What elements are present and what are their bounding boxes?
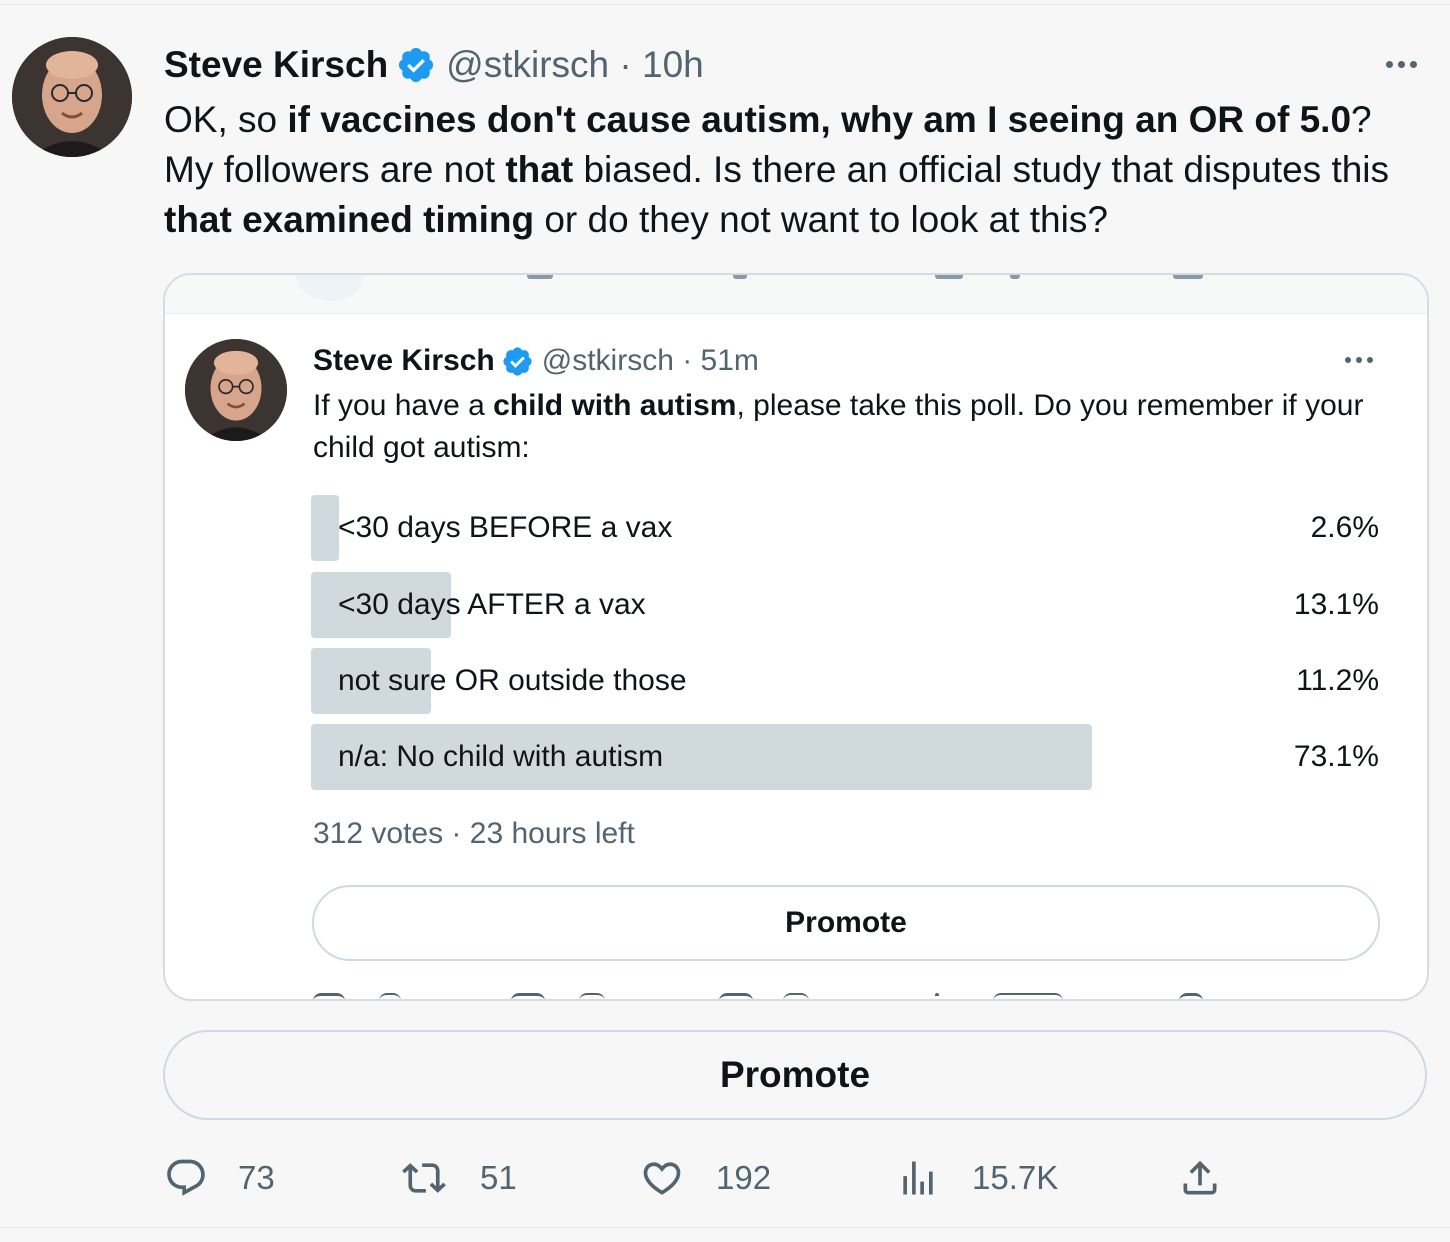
text-segment: If you have a	[313, 389, 494, 422]
text-segment: child with autism	[493, 389, 737, 422]
more-options-icon[interactable]	[1386, 61, 1417, 68]
share-button[interactable]	[1178, 1153, 1222, 1203]
quoted-tweet-card[interactable]: Steve Kirsch @stkirsch · 51m If you have…	[163, 273, 1429, 1001]
quote-author-name[interactable]: Steve Kirsch	[313, 344, 495, 378]
poll-option-bar	[311, 495, 339, 561]
views-chart-icon	[896, 1156, 940, 1200]
promote-button[interactable]: Promote	[163, 1030, 1427, 1120]
quote-author-avatar[interactable]	[185, 339, 287, 441]
poll-option: n/a: No child with autism 73.1%	[311, 724, 1379, 790]
tweet-text: OK, so if vaccines don't cause autism, w…	[164, 95, 1414, 245]
poll-option: not sure OR outside those 11.2%	[311, 648, 1379, 714]
poll-option-label: <30 days AFTER a vax	[338, 588, 646, 621]
verified-badge-icon	[396, 45, 436, 85]
share-icon	[1178, 1156, 1222, 1200]
poll-option-percent: 11.2%	[1296, 664, 1379, 697]
poll-option: <30 days BEFORE a vax 2.6%	[311, 495, 1379, 561]
poll-option: <30 days AFTER a vax 13.1%	[311, 572, 1379, 638]
quote-author-handle-time: @stkirsch · 51m	[541, 344, 759, 377]
reply-count: 73	[238, 1159, 275, 1196]
reply-button[interactable]: 73	[164, 1153, 275, 1203]
poll-option-label: <30 days BEFORE a vax	[338, 511, 673, 544]
verified-badge-icon	[501, 345, 534, 378]
text-segment: if vaccines don't cause autism, why am I…	[287, 99, 1352, 140]
poll-option-percent: 73.1%	[1293, 740, 1379, 773]
quote-more-options-icon[interactable]	[1345, 357, 1373, 363]
like-count: 192	[716, 1159, 772, 1196]
like-button[interactable]: 192	[640, 1153, 771, 1203]
poll-option-label: not sure OR outside those	[338, 664, 687, 697]
tweet-actions: 73 51 192 15.7K	[0, 1153, 1450, 1203]
retweet-icon	[402, 1156, 446, 1200]
poll-option-label: n/a: No child with autism	[338, 740, 664, 773]
poll-meta: 312 votes · 23 hours left	[313, 817, 635, 850]
quote-header: Steve Kirsch @stkirsch · 51m	[313, 341, 759, 381]
text-segment: biased. Is there an official study that …	[573, 149, 1390, 190]
retweet-count: 51	[480, 1159, 517, 1196]
quote-promote-button[interactable]: Promote	[312, 885, 1380, 961]
views-count: 15.7K	[972, 1159, 1059, 1196]
text-segment: that examined timing	[164, 199, 535, 240]
reply-icon	[164, 1156, 208, 1200]
author-name[interactable]: Steve Kirsch	[164, 44, 388, 86]
text-segment: or do they not want to look at this?	[534, 199, 1108, 240]
tweet-header: Steve Kirsch @stkirsch · 10h	[164, 41, 704, 89]
views-button[interactable]: 15.7K	[896, 1153, 1058, 1203]
tweet: Steve Kirsch @stkirsch · 10h OK, so if v…	[0, 4, 1450, 1228]
heart-icon	[640, 1156, 684, 1200]
retweet-button[interactable]: 51	[402, 1153, 517, 1203]
poll-option-percent: 2.6%	[1310, 511, 1379, 544]
cropped-action-strip	[165, 275, 1427, 314]
quote-text: If you have a child with autism, please …	[313, 385, 1393, 469]
quote-cropped-actions	[313, 987, 1213, 999]
text-segment: that	[505, 149, 574, 190]
author-handle-time: @stkirsch · 10h	[446, 44, 704, 85]
author-avatar[interactable]	[12, 37, 132, 157]
text-segment: OK, so	[164, 99, 288, 140]
poll-option-percent: 13.1%	[1293, 588, 1379, 621]
